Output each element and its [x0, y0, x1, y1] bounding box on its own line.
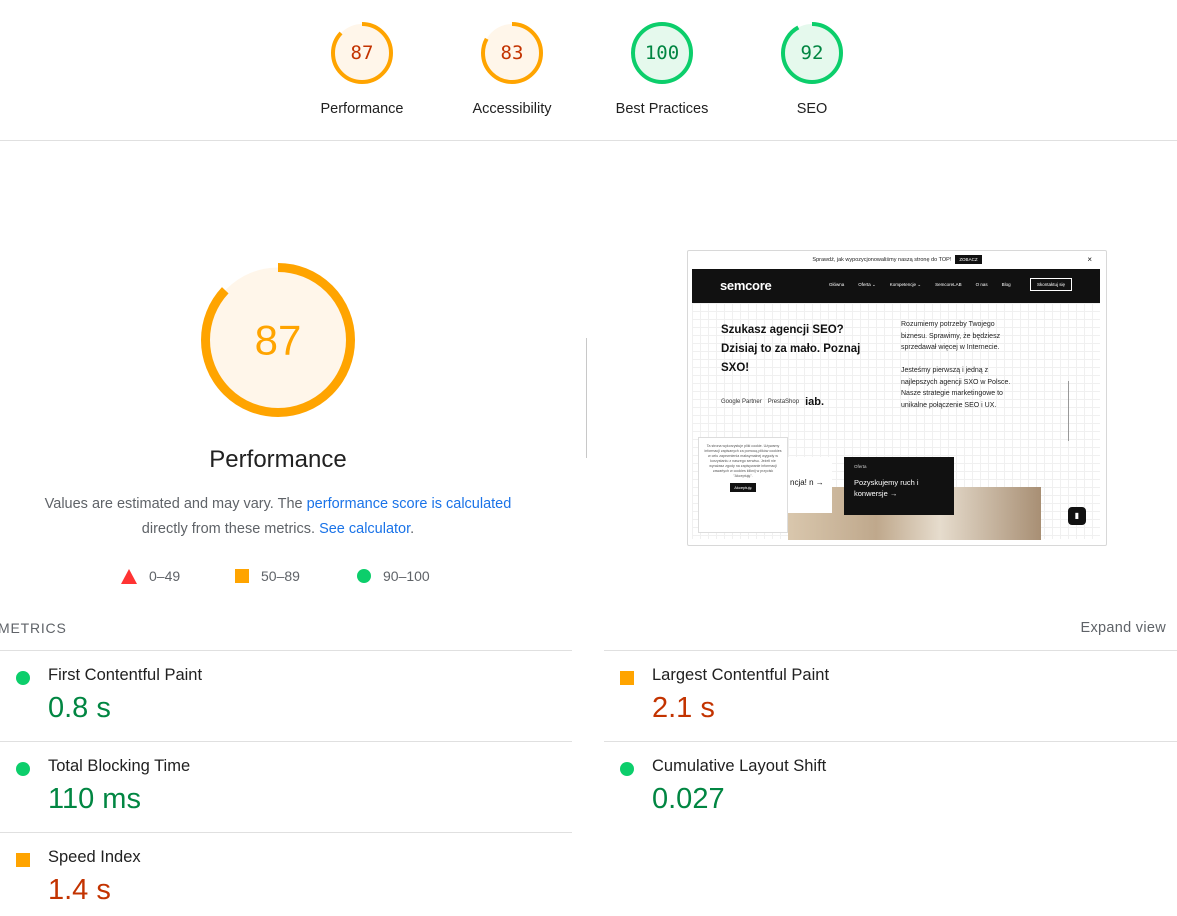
desc-suffix: . — [410, 521, 415, 537]
logo-prestashop: PrestaShop — [767, 399, 800, 405]
partner-logos: Google Partner PrestaShop iab. — [721, 391, 866, 413]
card-text: Pozyskujemy ruch i konwersje → — [854, 478, 919, 498]
legend-fail: 0–49 — [121, 568, 180, 584]
nav-item: Kompetencje ⌄ — [889, 282, 922, 287]
promo-text: Sprawdź, jak wypozycjonowaliśmy naszą st… — [812, 257, 952, 263]
site-logo: semcore — [720, 278, 772, 293]
nav-item: Oferta ⌄ — [858, 282, 876, 287]
metric-cumulative-layout-shift: Cumulative Layout Shift 0.027 — [604, 741, 1177, 832]
score-legend: 0–49 50–89 90–100 — [0, 568, 556, 592]
legend-average: 50–89 — [235, 568, 300, 584]
gauge-accessibility[interactable]: 83 Accessibility — [452, 21, 572, 117]
see-calculator-link[interactable]: See calculator — [319, 521, 410, 537]
contact-button: Skontaktuj się — [1029, 278, 1072, 291]
gauge-score: 92 — [801, 42, 824, 64]
circle-icon — [16, 762, 30, 776]
performance-gauge: 87 — [201, 263, 355, 417]
hero-card-1: ncja! n → — [788, 457, 832, 513]
cookie-banner: Ta strona wykorzystuje pliki cookie. Uży… — [698, 437, 788, 533]
circle-icon — [620, 762, 634, 776]
gauge-ring: 87 — [331, 22, 393, 84]
hero-text: Rozumiemy potrzeby Twojego biznesu. Spra… — [901, 319, 1021, 411]
gauge-ring: 83 — [481, 22, 543, 84]
logo-iab: iab. — [805, 396, 825, 408]
metric-name: First Contentful Paint — [48, 666, 203, 684]
chat-icon: ▮ — [1068, 507, 1086, 525]
gauge-score: 87 — [255, 317, 302, 364]
metric-value: 110 ms — [48, 783, 141, 815]
metrics-title: METRICS — [0, 620, 67, 636]
close-icon: × — [1087, 255, 1092, 264]
side-scroll-indicator — [1068, 381, 1074, 441]
legend-range: 0–49 — [149, 568, 181, 584]
performance-summary: 87 Performance Values are estimated and … — [0, 262, 556, 542]
hero-headline: Szukasz agencji SEO? Dzisiaj to za mało.… — [721, 324, 861, 374]
promo-bar: Sprawdź, jak wypozycjonowaliśmy naszą st… — [688, 251, 1106, 269]
metric-value: 0.027 — [652, 783, 725, 815]
performance-description: Values are estimated and may vary. The p… — [0, 492, 556, 542]
gauge-ring: 92 — [781, 22, 843, 84]
final-screenshot[interactable]: Sprawdź, jak wypozycjonowaliśmy naszą st… — [687, 250, 1107, 546]
triangle-icon — [121, 568, 137, 584]
gauge-performance[interactable]: 87 Performance — [302, 21, 422, 117]
gauge-best-practices[interactable]: 100 Best Practices — [602, 21, 722, 117]
performance-score-link[interactable]: performance score is calculated — [307, 496, 512, 512]
circle-icon — [16, 671, 30, 685]
gauge-label: Best Practices — [615, 101, 709, 117]
site-navbar: semcore Główna Oferta ⌄ Kompetencje ⌄ Se… — [692, 269, 1100, 303]
nav-item: O nas — [975, 282, 988, 287]
hero-para-2: Jesteśmy pierwszą i jedną z najlepszych … — [901, 367, 1011, 409]
logo-google-partner: Google Partner — [721, 399, 762, 405]
gauge-label: Performance — [320, 101, 404, 117]
nav-item: SemcoreLAB — [935, 282, 962, 287]
desc-middle: directly from these metrics. — [141, 521, 320, 537]
performance-title: Performance — [209, 446, 347, 473]
square-icon — [235, 569, 249, 583]
square-icon — [620, 671, 634, 685]
expand-view-toggle[interactable]: Expand view — [1080, 620, 1166, 636]
circle-icon — [357, 569, 371, 583]
metric-name: Speed Index — [48, 848, 141, 866]
gauge-score: 83 — [501, 42, 524, 64]
gauge-label: SEO — [796, 101, 828, 117]
gauge-seo[interactable]: 92 SEO — [752, 21, 872, 117]
promo-button: ZOBACZ — [955, 255, 982, 264]
metric-name: Total Blocking Time — [48, 757, 191, 775]
gauge-score: 100 — [645, 42, 679, 64]
cookie-accept-button: Akceptuję — [730, 483, 756, 492]
gauge-label: Accessibility — [472, 101, 552, 117]
metrics-header: METRICS Expand view — [0, 620, 1177, 640]
site-nav-items: Główna Oferta ⌄ Kompetencje ⌄ SemcoreLAB… — [829, 282, 1011, 288]
hero-card-2: Oferta Pozyskujemy ruch i konwersje → — [844, 457, 954, 515]
gauge-ring: 100 — [631, 22, 693, 84]
square-icon — [16, 853, 30, 867]
metric-total-blocking-time: Total Blocking Time 110 ms — [0, 741, 572, 832]
metric-speed-index: Speed Index 1.4 s — [0, 832, 572, 916]
metric-value: 0.8 s — [48, 692, 111, 724]
metric-name: Cumulative Layout Shift — [652, 757, 827, 775]
metric-value: 2.1 s — [652, 692, 715, 724]
metric-first-contentful-paint: First Contentful Paint 0.8 s — [0, 650, 572, 741]
legend-range: 90–100 — [383, 568, 430, 584]
metric-largest-contentful-paint: Largest Contentful Paint 2.1 s — [604, 650, 1177, 741]
legend-pass: 90–100 — [357, 568, 430, 584]
metric-value: 1.4 s — [48, 874, 111, 906]
cookie-text: Ta strona wykorzystuje pliki cookie. Uży… — [704, 444, 782, 478]
desc-prefix: Values are estimated and may vary. The — [44, 496, 307, 512]
divider — [586, 338, 587, 458]
score-gauges-bar: 87 Performance 83 Accessibility 100 Best… — [0, 0, 1177, 141]
nav-item: Główna — [829, 282, 845, 287]
nav-item: Blog — [1001, 282, 1011, 287]
gauge-score: 87 — [351, 42, 374, 64]
legend-range: 50–89 — [261, 568, 300, 584]
card-kicker: Oferta — [854, 464, 867, 469]
hero-para-1: Rozumiemy potrzeby Twojego biznesu. Spra… — [901, 321, 1001, 351]
metric-name: Largest Contentful Paint — [652, 666, 830, 684]
